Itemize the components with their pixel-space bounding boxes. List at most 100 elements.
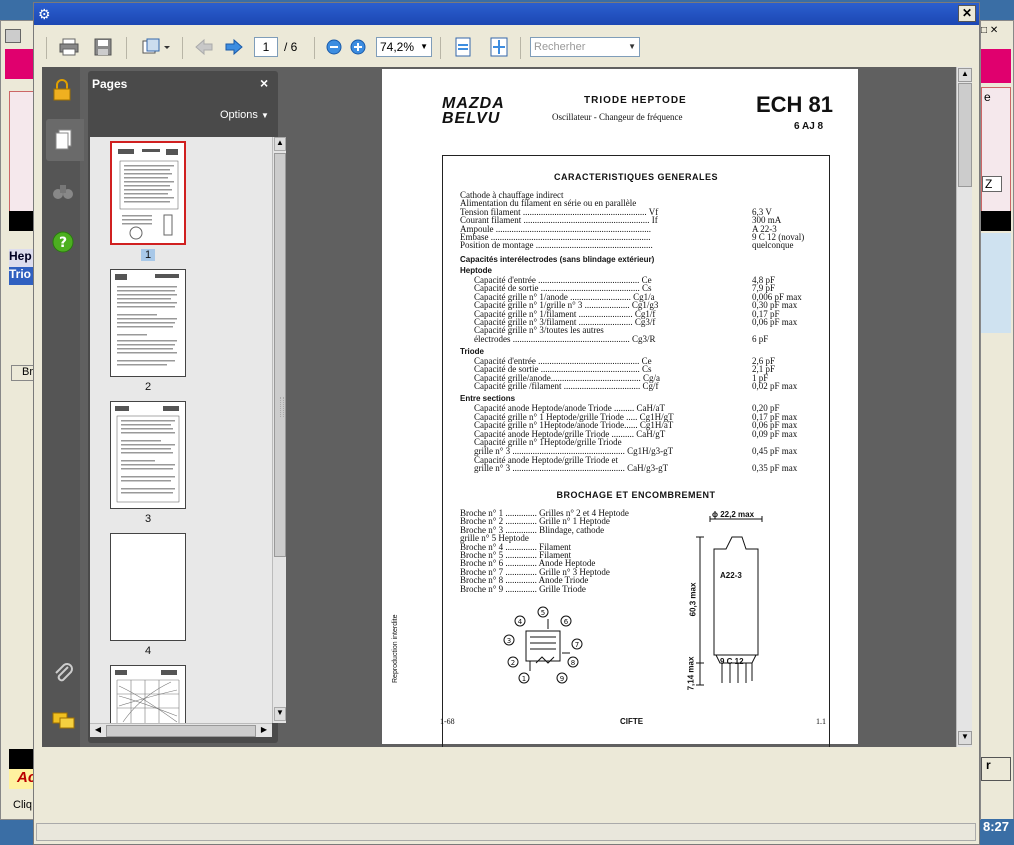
- print-icon[interactable]: [56, 35, 82, 59]
- footer-center: CIFTE: [620, 717, 644, 726]
- black-bar: [9, 211, 35, 231]
- options-menu[interactable]: Options ▼: [220, 109, 269, 121]
- tube-type: TRIODE HEPTODE: [584, 95, 687, 106]
- app-icon: [5, 29, 21, 43]
- chevron-down-icon: ▼: [420, 42, 428, 51]
- tube-dimension-drawing: ϕ 22,2 max A22-3 60,3 max 9 C 12 7,14 ma…: [682, 509, 832, 699]
- thumbnail-label-2: 2: [144, 381, 152, 393]
- zoom-in-icon[interactable]: [348, 35, 368, 59]
- attachment-icon[interactable]: [52, 661, 74, 683]
- dim-bulb: A22-3: [720, 571, 742, 580]
- search-input[interactable]: Recherher ▼: [530, 37, 640, 57]
- dim-pins: 7,14 max: [686, 656, 696, 691]
- socket-pinout-diagram: 5 6 7 89 12 3 4: [500, 601, 586, 687]
- page-number-input[interactable]: 1: [254, 37, 278, 57]
- page-thumbnail-1[interactable]: [110, 141, 186, 245]
- svg-text:7: 7: [575, 641, 579, 649]
- lock-icon[interactable]: [52, 79, 72, 101]
- hscroll-thumb[interactable]: [106, 725, 256, 737]
- svg-text:1: 1: [522, 675, 526, 683]
- dim-base: 9 C 12: [720, 657, 744, 666]
- next-page-icon[interactable]: [222, 35, 246, 59]
- scroll-thumb[interactable]: [958, 83, 972, 187]
- tube-model-alt: 6 AJ 8: [794, 121, 824, 132]
- thumbnail-scrollbar[interactable]: ▲ ▼: [272, 137, 286, 723]
- toolbar-grip: [46, 37, 47, 59]
- separator: [314, 37, 315, 59]
- zoom-level-select[interactable]: 74,2% ▼: [376, 37, 432, 57]
- navigation-rail: ?: [42, 67, 84, 747]
- heptode-line-value: 0,06 pF max: [752, 317, 798, 327]
- page-thumbnail-2[interactable]: [110, 269, 186, 377]
- zoom-level-value: 74,2%: [380, 40, 415, 54]
- section-brochage-title: BROCHAGE ET ENCOMBREMENT: [556, 490, 716, 500]
- dim-diameter: ϕ 22,2 max: [712, 510, 755, 519]
- footer-left: 1-68: [440, 717, 455, 726]
- previous-page-icon[interactable]: [192, 35, 216, 59]
- list-fragment-selected[interactable]: Trio: [9, 267, 35, 285]
- app-gear-icon[interactable]: ⚙: [38, 6, 54, 22]
- save-icon[interactable]: [90, 35, 116, 59]
- entre-line-label: grille n° 3 ............................…: [474, 463, 669, 474]
- window-titlebar[interactable]: ⚙ ✕: [34, 3, 979, 25]
- magenta-bar: [5, 49, 35, 79]
- black-bar-bottom: [9, 749, 35, 771]
- triode-title: Triode: [460, 347, 485, 356]
- tab-fragment[interactable]: Br: [11, 365, 35, 381]
- status-fragment: Cliq: [13, 799, 32, 811]
- status-area: [34, 747, 979, 827]
- page-thumbnail-3[interactable]: [110, 401, 186, 509]
- scroll-thumb[interactable]: [274, 153, 286, 557]
- thumbnail-hscrollbar[interactable]: ◀ ▶: [90, 723, 272, 737]
- document-scrollbar[interactable]: ▲ ▼: [956, 67, 972, 747]
- close-panel-icon[interactable]: ×: [260, 75, 268, 91]
- black-bar-right: [981, 211, 1011, 231]
- zoom-out-icon[interactable]: [324, 35, 344, 59]
- thumbnail-list: 1 2 3 4: [90, 137, 272, 723]
- svg-text:2: 2: [511, 659, 515, 667]
- general-line-label: Position de montage ....................…: [460, 240, 653, 251]
- window-hscrollbar[interactable]: [36, 823, 976, 841]
- button-fragment[interactable]: Z: [982, 176, 1002, 192]
- entre-line-value: 0,09 pF max: [752, 428, 798, 439]
- button-fragment-r[interactable]: r: [981, 757, 1011, 781]
- binoculars-icon[interactable]: [52, 181, 74, 201]
- tube-use: Oscillateur - Changeur de fréquence: [552, 112, 683, 122]
- help-icon[interactable]: ?: [52, 231, 74, 253]
- close-icon[interactable]: ✕: [958, 5, 976, 22]
- comments-icon[interactable]: [52, 711, 76, 731]
- list-right: [981, 233, 1011, 333]
- separator: [520, 37, 521, 59]
- heptode-line-label: électrodes .............................…: [474, 333, 656, 344]
- broche-line-label: Broche n° 9 .............. Grille Triode: [460, 583, 586, 594]
- scroll-right-icon[interactable]: ▶: [258, 725, 270, 737]
- share-dropdown-icon[interactable]: [136, 35, 174, 59]
- scroll-up-icon[interactable]: ▲: [274, 137, 286, 151]
- fit-width-icon[interactable]: [488, 35, 510, 59]
- scroll-up-icon[interactable]: ▲: [958, 68, 972, 82]
- separator: [182, 37, 183, 59]
- tube-model: ECH 81: [756, 92, 834, 117]
- entre-sections-title: Entre sections: [460, 394, 516, 403]
- scroll-down-icon[interactable]: ▼: [958, 731, 972, 745]
- heptode-title: Heptode: [460, 266, 492, 275]
- entre-line-value: 0,35 pF max: [752, 463, 798, 474]
- pages-tab[interactable]: [46, 119, 84, 161]
- window-buttons[interactable]: □ ✕: [981, 25, 1014, 39]
- section-general-title: CARACTERISTIQUES GENERALES: [553, 172, 718, 182]
- scroll-left-icon[interactable]: ◀: [92, 725, 104, 737]
- scroll-down-icon[interactable]: ▼: [274, 707, 286, 721]
- general-line-value: quelconque: [752, 240, 794, 251]
- svg-text:?: ?: [59, 235, 67, 251]
- page-thumbnail-5[interactable]: [110, 665, 186, 723]
- entre-line-value: 0,45 pF max: [752, 446, 798, 456]
- page-total: / 6: [284, 40, 298, 54]
- svg-text:8: 8: [571, 659, 575, 667]
- panel-resize-handle[interactable]: [280, 397, 284, 417]
- dim-height: 60,3 max: [688, 582, 698, 617]
- chevron-down-icon[interactable]: ▼: [628, 38, 636, 56]
- fit-page-icon[interactable]: [452, 35, 474, 59]
- thumbnail-label-4: 4: [144, 645, 152, 657]
- page-thumbnail-4[interactable]: [110, 533, 186, 641]
- svg-text:3: 3: [507, 637, 511, 645]
